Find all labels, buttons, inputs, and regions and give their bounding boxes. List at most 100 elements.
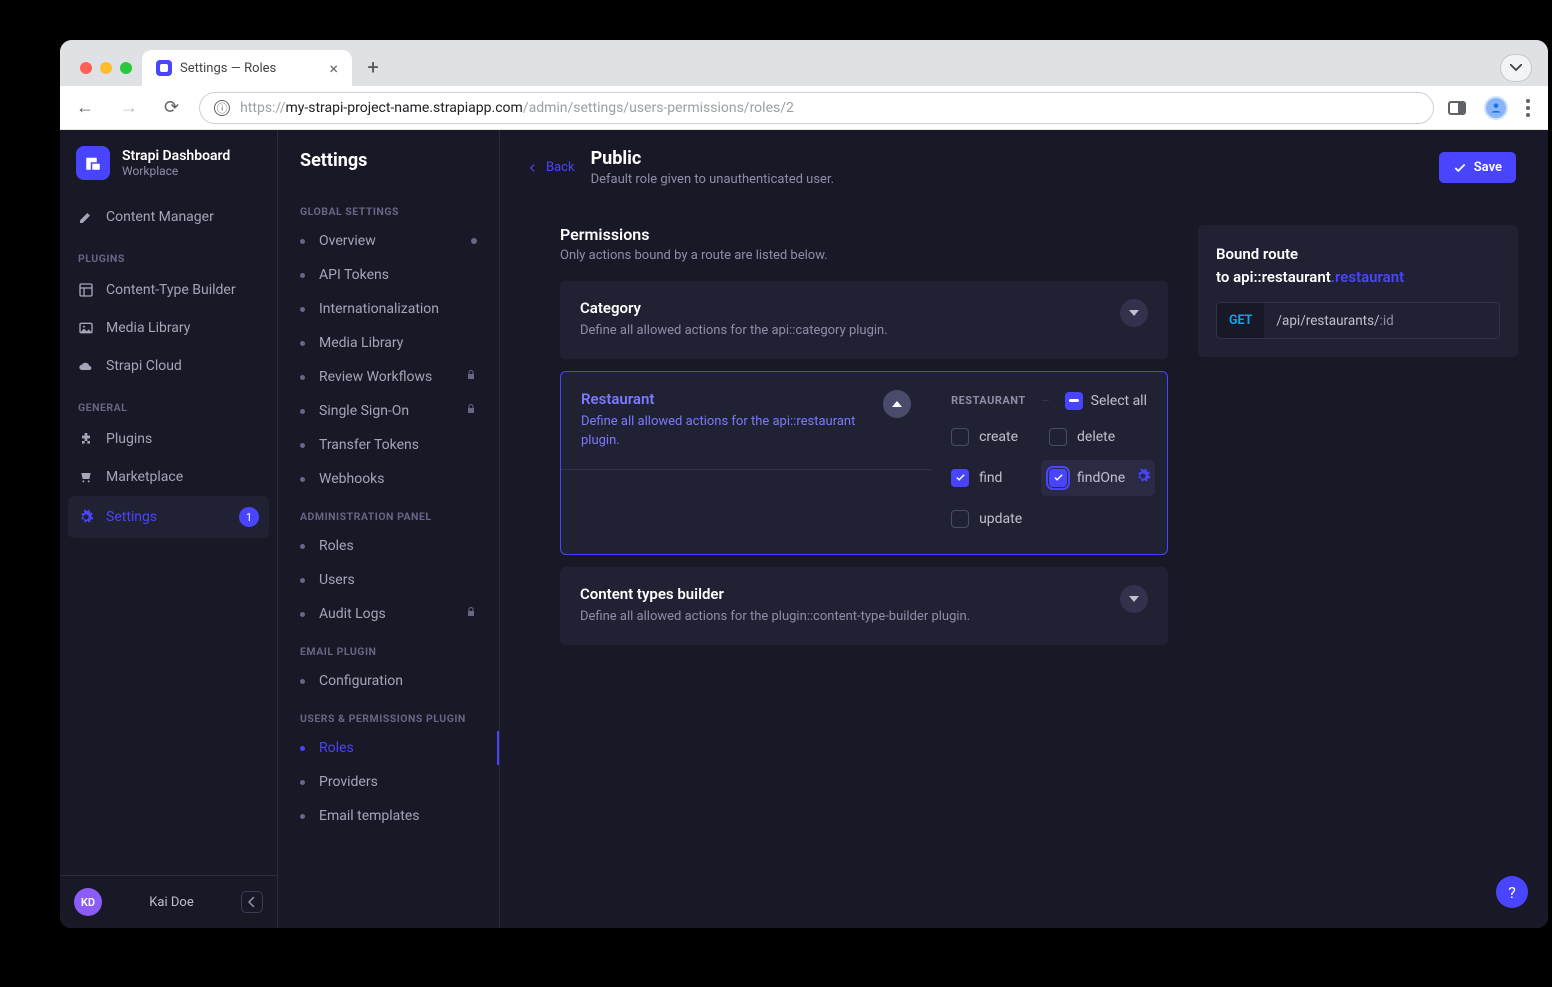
nav-marketplace[interactable]: Marketplace <box>60 458 277 496</box>
lock-icon <box>465 369 477 385</box>
accordion-content-type-builder: Content types builder Define all allowed… <box>560 567 1168 645</box>
page-subtitle: Default role given to unauthenticated us… <box>591 172 834 187</box>
action-delete[interactable]: delete <box>1049 428 1147 446</box>
browser-tabbar: Settings — Roles × + <box>60 40 1548 86</box>
maximize-window-icon[interactable] <box>120 62 132 74</box>
accordion-restaurant: Restaurant Define all allowed actions fo… <box>560 371 1168 555</box>
primary-nav: Strapi Dashboard Workplace Content Manag… <box>60 130 278 928</box>
nav-content-manager[interactable]: Content Manager <box>60 198 277 236</box>
nav-section-general: GENERAL <box>60 385 277 420</box>
browser-window: Settings — Roles × + ← → ⟳ ⓘ https://my-… <box>60 40 1548 928</box>
user-avatar[interactable]: KD <box>74 888 102 916</box>
settings-up-roles[interactable]: Roles <box>278 731 499 765</box>
section-global-settings: GLOBAL SETTINGS <box>278 191 499 224</box>
pencil-icon <box>78 209 94 225</box>
save-button[interactable]: Save <box>1439 152 1516 183</box>
checkbox-indeterminate-icon[interactable] <box>1065 392 1083 410</box>
settings-sso[interactable]: Single Sign-On <box>278 394 499 428</box>
collapse-nav-button[interactable] <box>241 891 263 913</box>
strapi-favicon-icon <box>156 60 172 76</box>
expand-button[interactable] <box>1120 299 1148 327</box>
nav-plugins[interactable]: Plugins <box>60 420 277 458</box>
url-text: https://my-strapi-project-name.strapiapp… <box>240 100 794 116</box>
action-settings-icon[interactable] <box>1135 468 1151 488</box>
settings-media-library[interactable]: Media Library <box>278 326 499 360</box>
nav-content-type-builder[interactable]: Content-Type Builder <box>60 271 277 309</box>
settings-nav: Settings GLOBAL SETTINGS Overview API To… <box>278 130 500 928</box>
permissions-title: Permissions <box>560 199 1168 248</box>
close-tab-icon[interactable]: × <box>329 59 338 78</box>
route-display: GET /api/restaurants/:id <box>1216 302 1500 339</box>
checkbox-checked-icon[interactable] <box>951 469 969 487</box>
settings-admin-roles[interactable]: Roles <box>278 529 499 563</box>
strapi-app: Strapi Dashboard Workplace Content Manag… <box>60 130 1548 928</box>
toolbar-right <box>1448 96 1538 120</box>
nav-media-library[interactable]: Media Library <box>60 309 277 347</box>
checkbox-checked-icon[interactable] <box>1049 469 1067 487</box>
settings-up-email-templates[interactable]: Email templates <box>278 799 499 833</box>
select-all-toggle[interactable]: Select all <box>1065 392 1147 410</box>
close-window-icon[interactable] <box>80 62 92 74</box>
new-tab-button[interactable]: + <box>358 52 388 82</box>
brand-title: Strapi Dashboard <box>122 148 230 164</box>
action-find[interactable]: find <box>951 468 1049 488</box>
side-panel-icon[interactable] <box>1448 101 1466 115</box>
checkbox-icon[interactable] <box>951 510 969 528</box>
bound-route-panel: Bound route to api::restaurant.restauran… <box>1198 225 1518 357</box>
layout-icon <box>78 282 94 298</box>
settings-up-providers[interactable]: Providers <box>278 765 499 799</box>
action-update[interactable]: update <box>951 510 1049 528</box>
settings-webhooks[interactable]: Webhooks <box>278 462 499 496</box>
settings-api-tokens[interactable]: API Tokens <box>278 258 499 292</box>
site-info-icon[interactable]: ⓘ <box>214 100 230 116</box>
settings-internationalization[interactable]: Internationalization <box>278 292 499 326</box>
expand-button[interactable] <box>1120 585 1148 613</box>
cart-icon <box>78 469 94 485</box>
browser-tab[interactable]: Settings — Roles × <box>142 50 352 86</box>
checkbox-icon[interactable] <box>951 428 969 446</box>
minimize-window-icon[interactable] <box>100 62 112 74</box>
accordion-title: Restaurant <box>581 390 883 408</box>
address-bar[interactable]: ⓘ https://my-strapi-project-name.strapia… <box>199 92 1434 124</box>
action-create[interactable]: create <box>951 428 1049 446</box>
main-content: Back Public Default role given to unauth… <box>500 130 1548 928</box>
tabs-dropdown-button[interactable] <box>1500 54 1532 82</box>
settings-badge: 1 <box>239 507 259 527</box>
collapse-button[interactable] <box>883 390 911 418</box>
settings-email-config[interactable]: Configuration <box>278 664 499 698</box>
settings-overview[interactable]: Overview <box>278 224 499 258</box>
user-name: Kai Doe <box>114 895 229 910</box>
gear-icon <box>78 509 94 525</box>
brand-subtitle: Workplace <box>122 164 230 178</box>
accordion-title: Category <box>580 299 1120 317</box>
status-dot-icon <box>471 238 477 244</box>
http-method: GET <box>1217 303 1264 338</box>
section-email-plugin: EMAIL PLUGIN <box>278 631 499 664</box>
nav-settings[interactable]: Settings 1 <box>68 496 269 538</box>
browser-menu-icon[interactable] <box>1526 99 1530 117</box>
section-admin-panel: ADMINISTRATION PANEL <box>278 496 499 529</box>
help-button[interactable]: ? <box>1496 876 1528 908</box>
settings-admin-users[interactable]: Users <box>278 563 499 597</box>
settings-transfer-tokens[interactable]: Transfer Tokens <box>278 428 499 462</box>
nav-strapi-cloud[interactable]: Strapi Cloud <box>60 347 277 385</box>
settings-review-workflows[interactable]: Review Workflows <box>278 360 499 394</box>
action-findone[interactable]: findOne <box>1041 460 1155 496</box>
browser-toolbar: ← → ⟳ ⓘ https://my-strapi-project-name.s… <box>60 86 1548 130</box>
reload-icon[interactable]: ⟳ <box>158 91 185 124</box>
accordion-category: Category Define all allowed actions for … <box>560 281 1168 359</box>
settings-audit-logs[interactable]: Audit Logs <box>278 597 499 631</box>
lock-icon <box>465 403 477 419</box>
back-link[interactable]: Back <box>526 160 575 175</box>
accordion-title: Content types builder <box>580 585 1120 603</box>
checkbox-icon[interactable] <box>1049 428 1067 446</box>
accordion-subtitle: Define all allowed actions for the plugi… <box>580 608 1120 627</box>
permissions-subtitle: Only actions bound by a route are listed… <box>560 248 1168 263</box>
lock-icon <box>465 606 477 622</box>
accordion-subtitle: Define all allowed actions for the api::… <box>581 413 883 451</box>
nav-section-plugins: PLUGINS <box>60 236 277 271</box>
accordion-subtitle: Define all allowed actions for the api::… <box>580 322 1120 341</box>
back-icon[interactable]: ← <box>70 91 100 124</box>
profile-avatar-icon[interactable] <box>1484 96 1508 120</box>
page-title: Public <box>591 148 834 169</box>
